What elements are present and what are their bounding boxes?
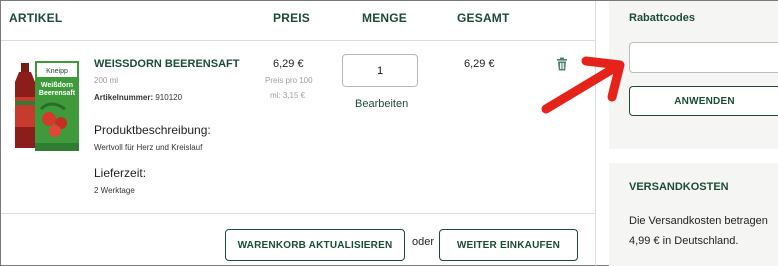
shipping-line1: Die Versandkosten betragen: [629, 215, 768, 227]
update-cart-button[interactable]: WARENKORB AKTUALISIEREN: [225, 229, 405, 261]
description-label: Produktbeschreibung:: [94, 123, 211, 137]
article-number-label: Artikelnummer:: [94, 93, 154, 102]
cart-table: ARTIKEL PREIS MENGE GESAMT Kneipp Weißdo…: [1, 1, 595, 266]
package-title-line1: Weißdorn: [41, 82, 73, 89]
or-text: oder: [412, 236, 435, 248]
apply-coupon-button[interactable]: ANWENDEN: [629, 86, 778, 116]
coupon-title: Rabattcodes: [629, 12, 696, 24]
article-number: Artikelnummer: 910120: [94, 93, 182, 102]
description-text: Wertvoll für Herz und Kreislauf: [94, 143, 203, 152]
continue-shopping-button[interactable]: WEITER EINKAUFEN: [439, 229, 578, 261]
edit-link[interactable]: Bearbeiten: [355, 98, 408, 110]
product-size: 200 ml: [94, 76, 119, 85]
annotation-arrow-icon: [541, 56, 625, 114]
cart-sidebar-divider: [595, 1, 596, 266]
product-image[interactable]: Kneipp Weißdorn Beerensaft: [9, 57, 89, 155]
quantity-input[interactable]: 1: [342, 54, 418, 87]
product-name[interactable]: WEISSDORN BEERENSAFT: [94, 58, 239, 70]
header-article: ARTIKEL: [9, 11, 63, 25]
item-price: 6,29 €: [273, 58, 304, 70]
delivery-label: Lieferzeit:: [94, 166, 147, 180]
article-number-value: 910120: [155, 93, 183, 102]
row-divider: [1, 213, 595, 214]
header-quantity: MENGE: [362, 11, 408, 25]
shipping-line2: 4,99 € in Deutschland.: [629, 235, 739, 247]
package-brand: Kneipp: [46, 68, 68, 75]
header-price: PREIS: [273, 11, 311, 25]
package-title-line2: Beerensaft: [39, 90, 76, 97]
header-divider: [1, 40, 595, 41]
delivery-text: 2 Werktage: [94, 186, 135, 195]
header-total: GESAMT: [457, 11, 510, 25]
coupon-input[interactable]: [629, 42, 778, 73]
sidebar-panel-gap: [609, 149, 778, 163]
item-total: 6,29 €: [464, 58, 495, 70]
unit-price-line2: ml: 3,15 €: [270, 91, 306, 100]
unit-price-line1: Preis pro 100: [265, 76, 313, 85]
shipping-title: VERSANDKOSTEN: [629, 181, 729, 193]
